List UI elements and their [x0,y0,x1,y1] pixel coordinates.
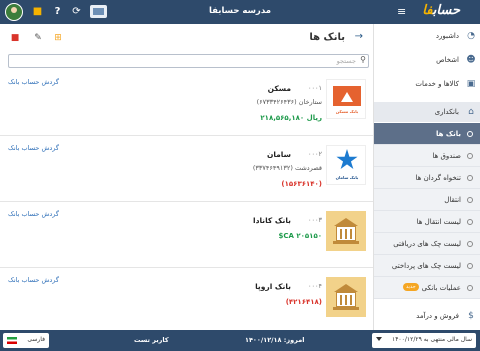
bank-turnover-link[interactable]: گردش حساب بانک [8,276,59,284]
products-icon: ▣ [466,79,476,89]
page-title: بانک ها [309,32,345,43]
bank-building-icon [326,277,366,317]
sidebar-item-label: عملیات بانکی [421,284,461,292]
sidebar-item-label: صندوق ها [432,152,461,160]
status-bar: فارسی کاربر تست امروز: ۱۴۰۰/۱۲/۱۸ سال ما… [0,330,480,351]
sidebar-item-label: کالاها و خدمات [415,80,459,88]
bullet-icon [467,263,473,269]
sidebar-item-label: بانکداری [434,108,459,116]
help-icon[interactable]: ? [51,5,64,18]
bank-branch: قصردشت (۳۳۷۴۶۴۹۱۳۲) [252,164,322,172]
sidebar-item-bank-operations[interactable]: عملیات بانکی جدید [374,277,480,299]
app-title: مدرسه حسابفا [208,6,271,16]
today-date: امروز: ۱۴۰۰/۱۲/۱۸ [245,336,305,344]
page-header: → بانک ها ⊞ ✎ ■ [0,24,373,52]
sidebar-item-petty-cash[interactable]: تنخواه گردان ها [374,167,480,189]
sidebar-item-label: اشخاص [436,56,459,64]
sidebar-item-received-cheques[interactable]: لیست چک های دریافتی [374,233,480,255]
sidebar: ◔ داشبورد ☻ اشخاص ▣ کالاها و خدمات ⌂ بان… [373,24,480,330]
sidebar-item-label: انتقال [444,196,461,204]
bank-icon: ⌂ [468,107,474,117]
edit-icon[interactable]: ✎ [32,32,44,44]
sidebar-item-transfer[interactable]: انتقال [374,189,480,211]
fiscal-year-value: سال مالی منتهی به ۱۴۰۰/۱۲/۲۹ [391,336,472,343]
bank-balance: ریال ۲۱۸,۵۶۵,۱۸۰ [260,114,322,122]
sidebar-item-banks[interactable]: بانک ها [374,123,480,145]
sidebar-item-people[interactable]: ☻ اشخاص [374,50,480,70]
add-icon[interactable]: ⊞ [52,32,64,44]
top-bar: ■ ? ⟳ مدرسه حسابفا ≡ حسابفا [0,0,480,24]
bullet-icon [467,197,473,203]
bank-row[interactable]: گردش حساب بانک مسکن ۰۰۰۱ ستارخان (۶۷۳۳۴۲… [0,70,373,136]
sidebar-item-label: بانک ها [436,130,461,138]
bank-code: ۰۰۰۳ [308,216,322,224]
brand-logo: حسابفا [422,3,460,18]
bullet-icon [467,241,473,247]
search-icon: ⚲ [360,55,366,64]
sidebar-item-cashboxes[interactable]: صندوق ها [374,145,480,167]
people-icon: ☻ [466,55,476,65]
sidebar-item-label: داشبورد [435,32,459,40]
language-value: فارسی [27,336,45,343]
bank-row[interactable]: گردش حساب بانک بانک کانادا ۰۰۰۳ $CA ۲۰۵۱… [0,202,373,268]
current-user: کاربر تست [134,336,169,344]
bank-turnover-link[interactable]: گردش حساب بانک [8,78,59,86]
bank-turnover-link[interactable]: گردش حساب بانک [8,210,59,218]
sidebar-item-transfer-list[interactable]: لیست انتقال ها [374,211,480,233]
bank-code: ۰۰۰۱ [308,84,322,92]
main-panel: → بانک ها ⊞ ✎ ■ ⚲ جستجو گردش حساب بانک م… [0,24,373,330]
new-badge: جدید [403,283,419,291]
bullet-icon [467,175,473,181]
sidebar-item-label: فروش و درآمد [416,312,459,320]
bank-saman-logo: بانک سامان [326,145,366,185]
bank-name: بانک کانادا [253,216,291,225]
bank-maskan-logo: بانک مسکن [326,79,366,119]
sidebar-item-dashboard[interactable]: ◔ داشبورد [374,26,480,46]
bullet-icon [467,285,473,291]
sidebar-item-label: لیست چک های پرداختی [391,262,461,270]
sidebar-item-label: لیست انتقال ها [416,218,461,226]
bank-code: ۰۰۰۴ [308,282,322,290]
user-avatar[interactable] [5,3,23,21]
bank-code: ۰۰۰۲ [308,150,322,158]
bank-name: سامان [266,150,291,159]
bullet-icon [467,219,473,225]
sales-icon: $ [468,311,474,321]
menu-icon[interactable]: ≡ [397,6,406,17]
sidebar-item-label: تنخواه گردان ها [415,174,461,182]
bank-balance: (۴۲۱۶۴۱۸) [285,298,322,306]
search-input[interactable]: ⚲ جستجو [8,54,369,68]
bank-turnover-link[interactable]: گردش حساب بانک [8,144,59,152]
bullet-icon [467,131,473,137]
bank-branch: ستارخان (۶۷۳۳۴۲۶۴۳۶) [256,98,322,106]
chevron-down-icon [376,337,382,341]
folder-icon[interactable]: ■ [31,5,44,18]
dashboard-icon: ◔ [467,31,475,41]
refresh-icon[interactable]: ⟳ [70,5,83,18]
bank-name: مسکن [267,84,291,93]
bank-row[interactable]: گردش حساب بانک سامان ۰۰۰۲ قصردشت (۳۳۷۴۶۴… [0,136,373,202]
delete-icon[interactable]: ■ [9,32,21,44]
bank-balance: $CA ۲۰۵۱۵۰ [278,232,323,240]
search-placeholder: جستجو [336,57,356,65]
screen-thumbnail-icon[interactable] [90,5,107,18]
bullet-icon [467,153,473,159]
sidebar-item-label: لیست چک های دریافتی [393,240,461,248]
back-arrow-icon[interactable]: → [355,31,363,42]
sidebar-item-sales[interactable]: $ فروش و درآمد [374,306,480,326]
fiscal-year-select[interactable]: سال مالی منتهی به ۱۴۰۰/۱۲/۲۹ [372,333,476,348]
bank-name: بانک اروپا [255,282,291,291]
sidebar-item-banking[interactable]: ⌂ بانکداری [374,102,480,122]
sidebar-item-products[interactable]: ▣ کالاها و خدمات [374,74,480,94]
sidebar-item-paid-cheques[interactable]: لیست چک های پرداختی [374,255,480,277]
bank-row[interactable]: گردش حساب بانک بانک اروپا ۰۰۰۴ (۴۲۱۶۴۱۸) [0,268,373,334]
bank-balance: (۱۵۶۳۶۱۴۰) [281,180,322,188]
language-select[interactable]: فارسی [3,333,49,348]
iran-flag-icon [7,337,17,344]
bank-building-icon [326,211,366,251]
